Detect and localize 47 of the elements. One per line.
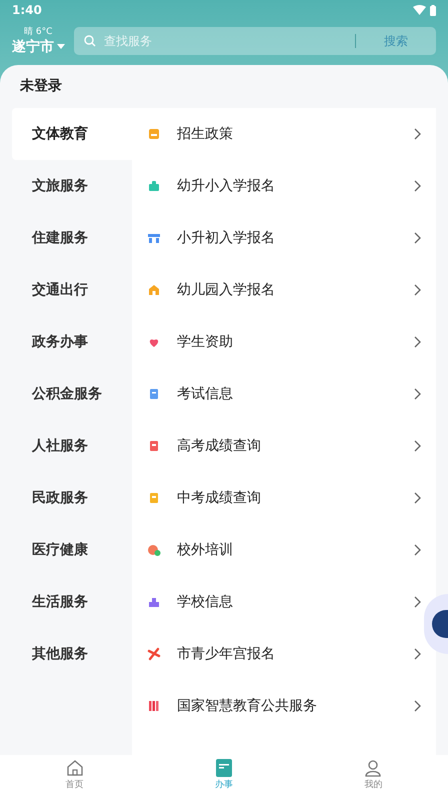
chevron-right-icon [414,544,421,556]
search-icon [84,35,96,47]
service-item[interactable]: 市青少年宫报名 [132,628,423,680]
chevron-right-icon [414,700,421,712]
chevron-right-icon [414,180,421,192]
person-icon [364,759,382,778]
service-item[interactable]: 招生政策 [132,108,423,160]
home-icon [66,759,84,778]
battery-icon [430,4,436,16]
chevron-right-icon [414,648,421,660]
weather-text: 晴 6°C [23,26,52,38]
wifi-icon [413,5,426,15]
service-item[interactable]: 学校信息 [132,576,423,628]
category-tab[interactable]: 住建服务 [12,212,132,264]
chevron-right-icon [414,440,421,452]
service-item[interactable]: 中考成绩查询 [132,472,423,524]
nav-tab[interactable]: 首页 [0,755,150,797]
category-tab[interactable]: 政务办事 [12,316,132,368]
category-tab[interactable]: 医疗健康 [12,524,132,576]
chevron-right-icon [414,388,421,400]
category-tab[interactable]: 交通出行 [12,264,132,316]
service-item[interactable]: 国家智慧教育公共服务 [132,680,423,732]
caret-icon [57,44,65,49]
service-item[interactable]: 幼升小入学报名 [132,160,423,212]
status-time: 1:40 [12,2,42,19]
category-tab[interactable]: 公积金服务 [12,368,132,420]
service-item[interactable]: 学生资助 [132,316,423,368]
category-tab[interactable]: 其他服务 [12,628,132,680]
service-item[interactable]: 考试信息 [132,368,423,420]
chevron-right-icon [414,492,421,504]
chevron-right-icon [414,596,421,608]
login-status: 未登录 [20,77,62,96]
chevron-right-icon [414,128,421,140]
category-tab[interactable]: 民政服务 [12,472,132,524]
nav-tab[interactable]: 我的 [298,755,448,797]
category-tab[interactable]: 文体教育 [12,108,132,160]
chevron-right-icon [414,232,421,244]
document-icon [216,759,232,778]
service-item[interactable]: 小升初入学报名 [132,212,423,264]
chevron-right-icon [414,336,421,348]
chevron-right-icon [414,284,421,296]
category-tab[interactable]: 文旅服务 [12,160,132,212]
category-tab[interactable]: 生活服务 [12,576,132,628]
service-item[interactable]: 高考成绩查询 [132,420,423,472]
service-item[interactable]: 校外培训 [132,524,423,576]
category-tab[interactable]: 人社服务 [12,420,132,472]
service-item[interactable]: 幼儿园入学报名 [132,264,423,316]
